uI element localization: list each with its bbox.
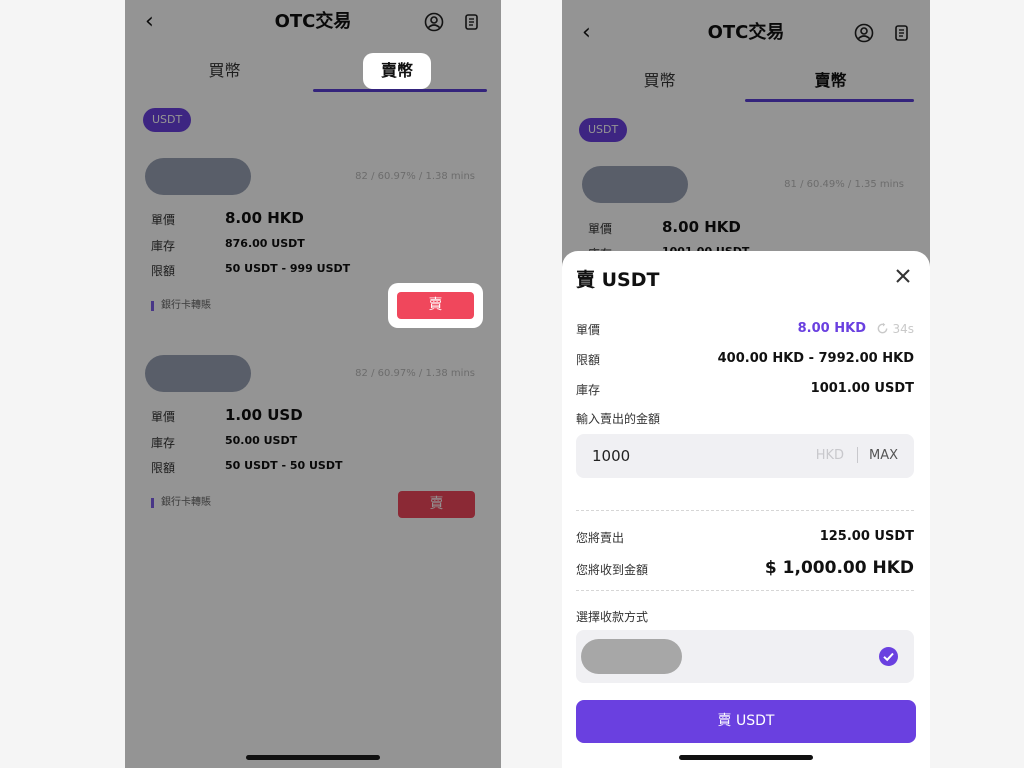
unit-price-label: 單價 bbox=[151, 213, 176, 227]
unit-price-value: 8.00 HKD bbox=[662, 218, 741, 236]
tab-bar: 買幣 賣幣 bbox=[137, 52, 487, 92]
confirm-sell-button[interactable]: 賣 USDT bbox=[576, 700, 916, 743]
merchant-avatar bbox=[582, 166, 688, 203]
refresh-countdown: 34s bbox=[892, 322, 914, 336]
sell-button[interactable]: 賣 bbox=[398, 491, 475, 518]
tab-buy[interactable]: 買幣 bbox=[574, 62, 745, 102]
home-indicator bbox=[679, 755, 813, 760]
tab-bar: 買幣 賣幣 bbox=[574, 62, 916, 102]
limit-value: 400.00 HKD - 7992.00 HKD bbox=[717, 351, 914, 366]
merchant-avatar bbox=[145, 158, 251, 195]
limit-label: 限額 bbox=[576, 353, 601, 367]
stock-label: 庫存 bbox=[576, 383, 601, 397]
otc-screen-sell-sheet: ‹ OTC交易 買幣 賣幣 USDT 81 / 60.49% / 1.35 mi… bbox=[562, 0, 930, 768]
payment-method: 銀行卡轉賬 bbox=[151, 498, 211, 508]
offer-card: 82 / 60.97% / 1.38 mins 單價 1.00 USD 庫存 5… bbox=[135, 346, 491, 531]
payment-method-label: 選擇收款方式 bbox=[576, 610, 649, 624]
merchant-stats: 82 / 60.97% / 1.38 mins bbox=[355, 171, 475, 182]
amount-input-label: 輸入賣出的金額 bbox=[576, 412, 661, 426]
max-button[interactable]: MAX bbox=[869, 448, 898, 463]
stock-label: 庫存 bbox=[151, 239, 176, 253]
dashed-divider bbox=[576, 510, 914, 511]
stock-value: 876.00 USDT bbox=[225, 237, 305, 250]
limit-label: 限額 bbox=[151, 461, 176, 475]
currency-chip[interactable]: USDT bbox=[143, 108, 192, 132]
limit-label: 限額 bbox=[151, 264, 176, 278]
amount-input[interactable] bbox=[576, 434, 776, 478]
user-icon[interactable] bbox=[854, 23, 874, 43]
unit-price-label: 單價 bbox=[588, 222, 613, 236]
limit-value: 50 USDT - 999 USDT bbox=[225, 262, 351, 275]
receive-amount-value: $ 1,000.00 HKD bbox=[764, 558, 914, 578]
page-title: OTC交易 bbox=[274, 11, 352, 32]
divider bbox=[857, 447, 858, 463]
unit-price-label: 單價 bbox=[151, 410, 176, 424]
payment-method: 銀行卡轉賬 bbox=[151, 301, 211, 311]
otc-screen-sell-list: ‹ OTC交易 買幣 賣幣 USDT 82 / 60.97% / 1.38 mi… bbox=[125, 0, 501, 768]
sell-button[interactable]: 賣 bbox=[397, 292, 474, 319]
limit-value: 50 USDT - 50 USDT bbox=[225, 459, 343, 472]
payment-method-redacted bbox=[581, 639, 682, 674]
currency-chip[interactable]: USDT bbox=[579, 118, 628, 142]
unit-price-value: 8.00 HKD bbox=[797, 321, 866, 336]
close-icon[interactable] bbox=[894, 267, 912, 285]
check-icon bbox=[879, 647, 898, 666]
merchant-avatar bbox=[145, 355, 251, 392]
receive-amount-label: 您將收到金額 bbox=[576, 563, 649, 577]
sheet-title: 賣 USDT bbox=[576, 269, 660, 291]
tab-sell[interactable]: 賣幣 bbox=[745, 62, 916, 102]
unit-price-value: 8.00 HKD bbox=[225, 209, 304, 227]
sell-bottom-sheet: 賣 USDT 單價 8.00 HKD 34s 限額 400.00 HKD - 7… bbox=[562, 251, 930, 768]
merchant-stats: 82 / 60.97% / 1.38 mins bbox=[355, 368, 475, 379]
refresh-icon[interactable] bbox=[876, 322, 889, 335]
tab-sell-highlighted[interactable]: 賣幣 bbox=[363, 53, 431, 89]
stock-value: 1001.00 USDT bbox=[810, 381, 914, 396]
amount-field[interactable]: HKD MAX bbox=[576, 434, 914, 478]
stock-label: 庫存 bbox=[151, 436, 176, 450]
header: ‹ OTC交易 bbox=[562, 11, 930, 55]
home-indicator bbox=[246, 755, 380, 760]
merchant-stats: 81 / 60.49% / 1.35 mins bbox=[784, 179, 904, 190]
tab-underline bbox=[313, 89, 487, 92]
highlight-tab-sell[interactable]: 賣幣 bbox=[363, 53, 431, 89]
payment-method-option[interactable] bbox=[576, 630, 914, 683]
unit-price-label: 單價 bbox=[576, 323, 601, 337]
user-icon[interactable] bbox=[424, 12, 444, 32]
currency-unit: HKD bbox=[815, 448, 844, 463]
sell-amount-label: 您將賣出 bbox=[576, 531, 625, 545]
order-list-icon[interactable] bbox=[462, 12, 482, 32]
header: ‹ OTC交易 bbox=[125, 0, 501, 44]
page-title: OTC交易 bbox=[707, 22, 785, 43]
tab-underline bbox=[745, 99, 914, 102]
order-list-icon[interactable] bbox=[892, 23, 912, 43]
stock-value: 50.00 USDT bbox=[225, 434, 298, 447]
highlight-sell-button[interactable]: 賣 bbox=[388, 283, 483, 328]
tab-buy[interactable]: 買幣 bbox=[137, 52, 312, 92]
sell-amount-value: 125.00 USDT bbox=[819, 529, 914, 544]
unit-price-value: 1.00 USD bbox=[225, 406, 303, 424]
dashed-divider bbox=[576, 590, 914, 591]
